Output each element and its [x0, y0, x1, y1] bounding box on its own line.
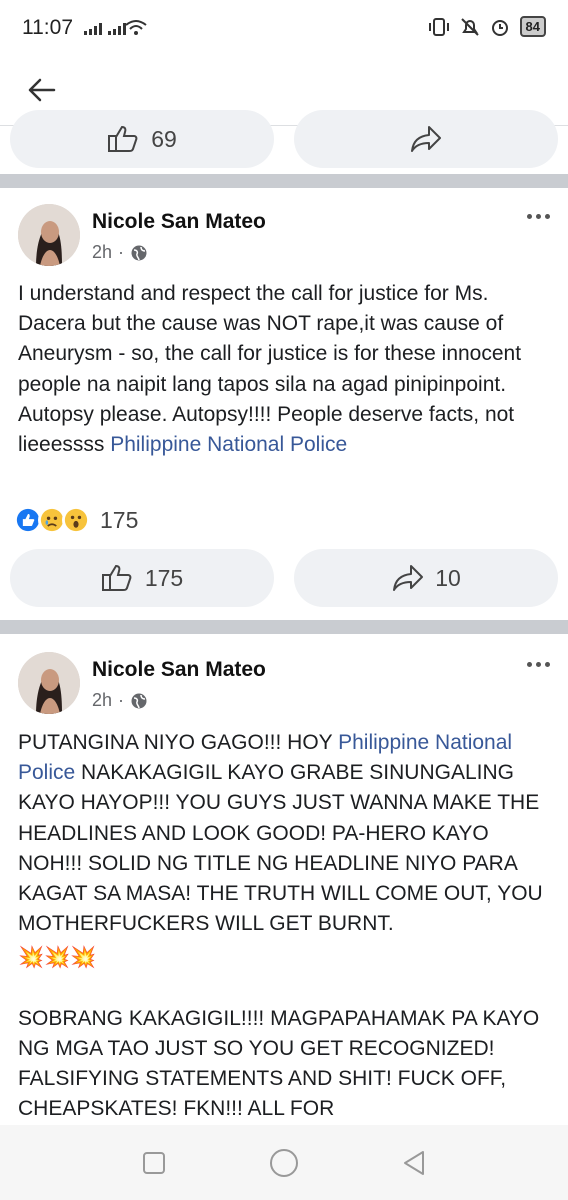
prev-post-action-bar: 69 [0, 110, 568, 168]
share-button[interactable] [294, 110, 558, 168]
reaction-count: 175 [100, 506, 139, 533]
post-meta: 2h · [92, 242, 148, 263]
wifi-icon [125, 20, 147, 35]
post1-text-body: I understand and respect the call for ju… [18, 282, 522, 457]
share-count: 10 [435, 564, 461, 591]
post1-text: I understand and respect the call for ju… [18, 279, 553, 460]
share-icon [411, 126, 441, 152]
post2-text-rest: NAKAKAGIGIL KAYO GRABE SINUNGALING KAYO … [18, 761, 543, 936]
globe-icon [131, 693, 147, 708]
post1-action-bar: 175 10 [0, 549, 568, 607]
share-button[interactable]: 10 [294, 549, 558, 607]
avatar[interactable] [18, 652, 80, 714]
vibrate-icon [428, 17, 449, 36]
alarm-icon [491, 19, 508, 36]
like-button[interactable]: 175 [10, 549, 274, 607]
like-icon [108, 125, 138, 152]
author-name[interactable]: Nicole San Mateo [92, 210, 266, 234]
like-count: 69 [151, 125, 177, 152]
post-meta: 2h · [92, 690, 148, 711]
like-count: 175 [144, 564, 184, 591]
status-icons: 84 [428, 16, 546, 37]
triangle-back-icon[interactable] [402, 1150, 426, 1176]
post1-header: Nicole San Mateo 2h · [0, 204, 568, 274]
square-nav-icon[interactable] [142, 1151, 166, 1175]
post2-header: Nicole San Mateo 2h · [0, 652, 568, 722]
battery-indicator: 84 [519, 16, 546, 37]
more-icon[interactable] [527, 662, 550, 667]
bell-off-icon [460, 17, 479, 36]
circle-nav-icon[interactable] [269, 1148, 299, 1178]
post2-paragraph2: SOBRANG KAKAGIGIL!!!! MAGPAPAHAMAK PA KA… [18, 1006, 540, 1121]
post2-text-start: PUTANGINA NIYO GAGO!!! HOY [18, 731, 339, 754]
reaction-summary[interactable]: 175 [14, 506, 138, 534]
globe-icon [131, 245, 147, 260]
author-name[interactable]: Nicole San Mateo [92, 658, 266, 682]
wow-reaction-icon [62, 506, 90, 534]
status-time: 11:07 [22, 16, 73, 39]
post-divider [0, 174, 568, 188]
avatar[interactable] [18, 204, 80, 266]
status-bar: 11:07 84 [0, 0, 568, 58]
emoji-line: 💥💥💥 [18, 946, 97, 970]
like-icon [101, 564, 132, 591]
system-nav-bar [0, 1125, 568, 1200]
share-icon [393, 565, 424, 591]
post-divider [0, 620, 568, 634]
like-button[interactable]: 69 [10, 110, 274, 168]
post2-text: PUTANGINA NIYO GAGO!!! HOY Philippine Na… [18, 728, 553, 1124]
more-icon[interactable] [527, 214, 550, 219]
back-arrow-icon[interactable] [24, 72, 60, 108]
post-time: 2h [92, 242, 113, 262]
page-link[interactable]: Philippine National Police [110, 433, 347, 456]
post-time: 2h [92, 690, 113, 710]
